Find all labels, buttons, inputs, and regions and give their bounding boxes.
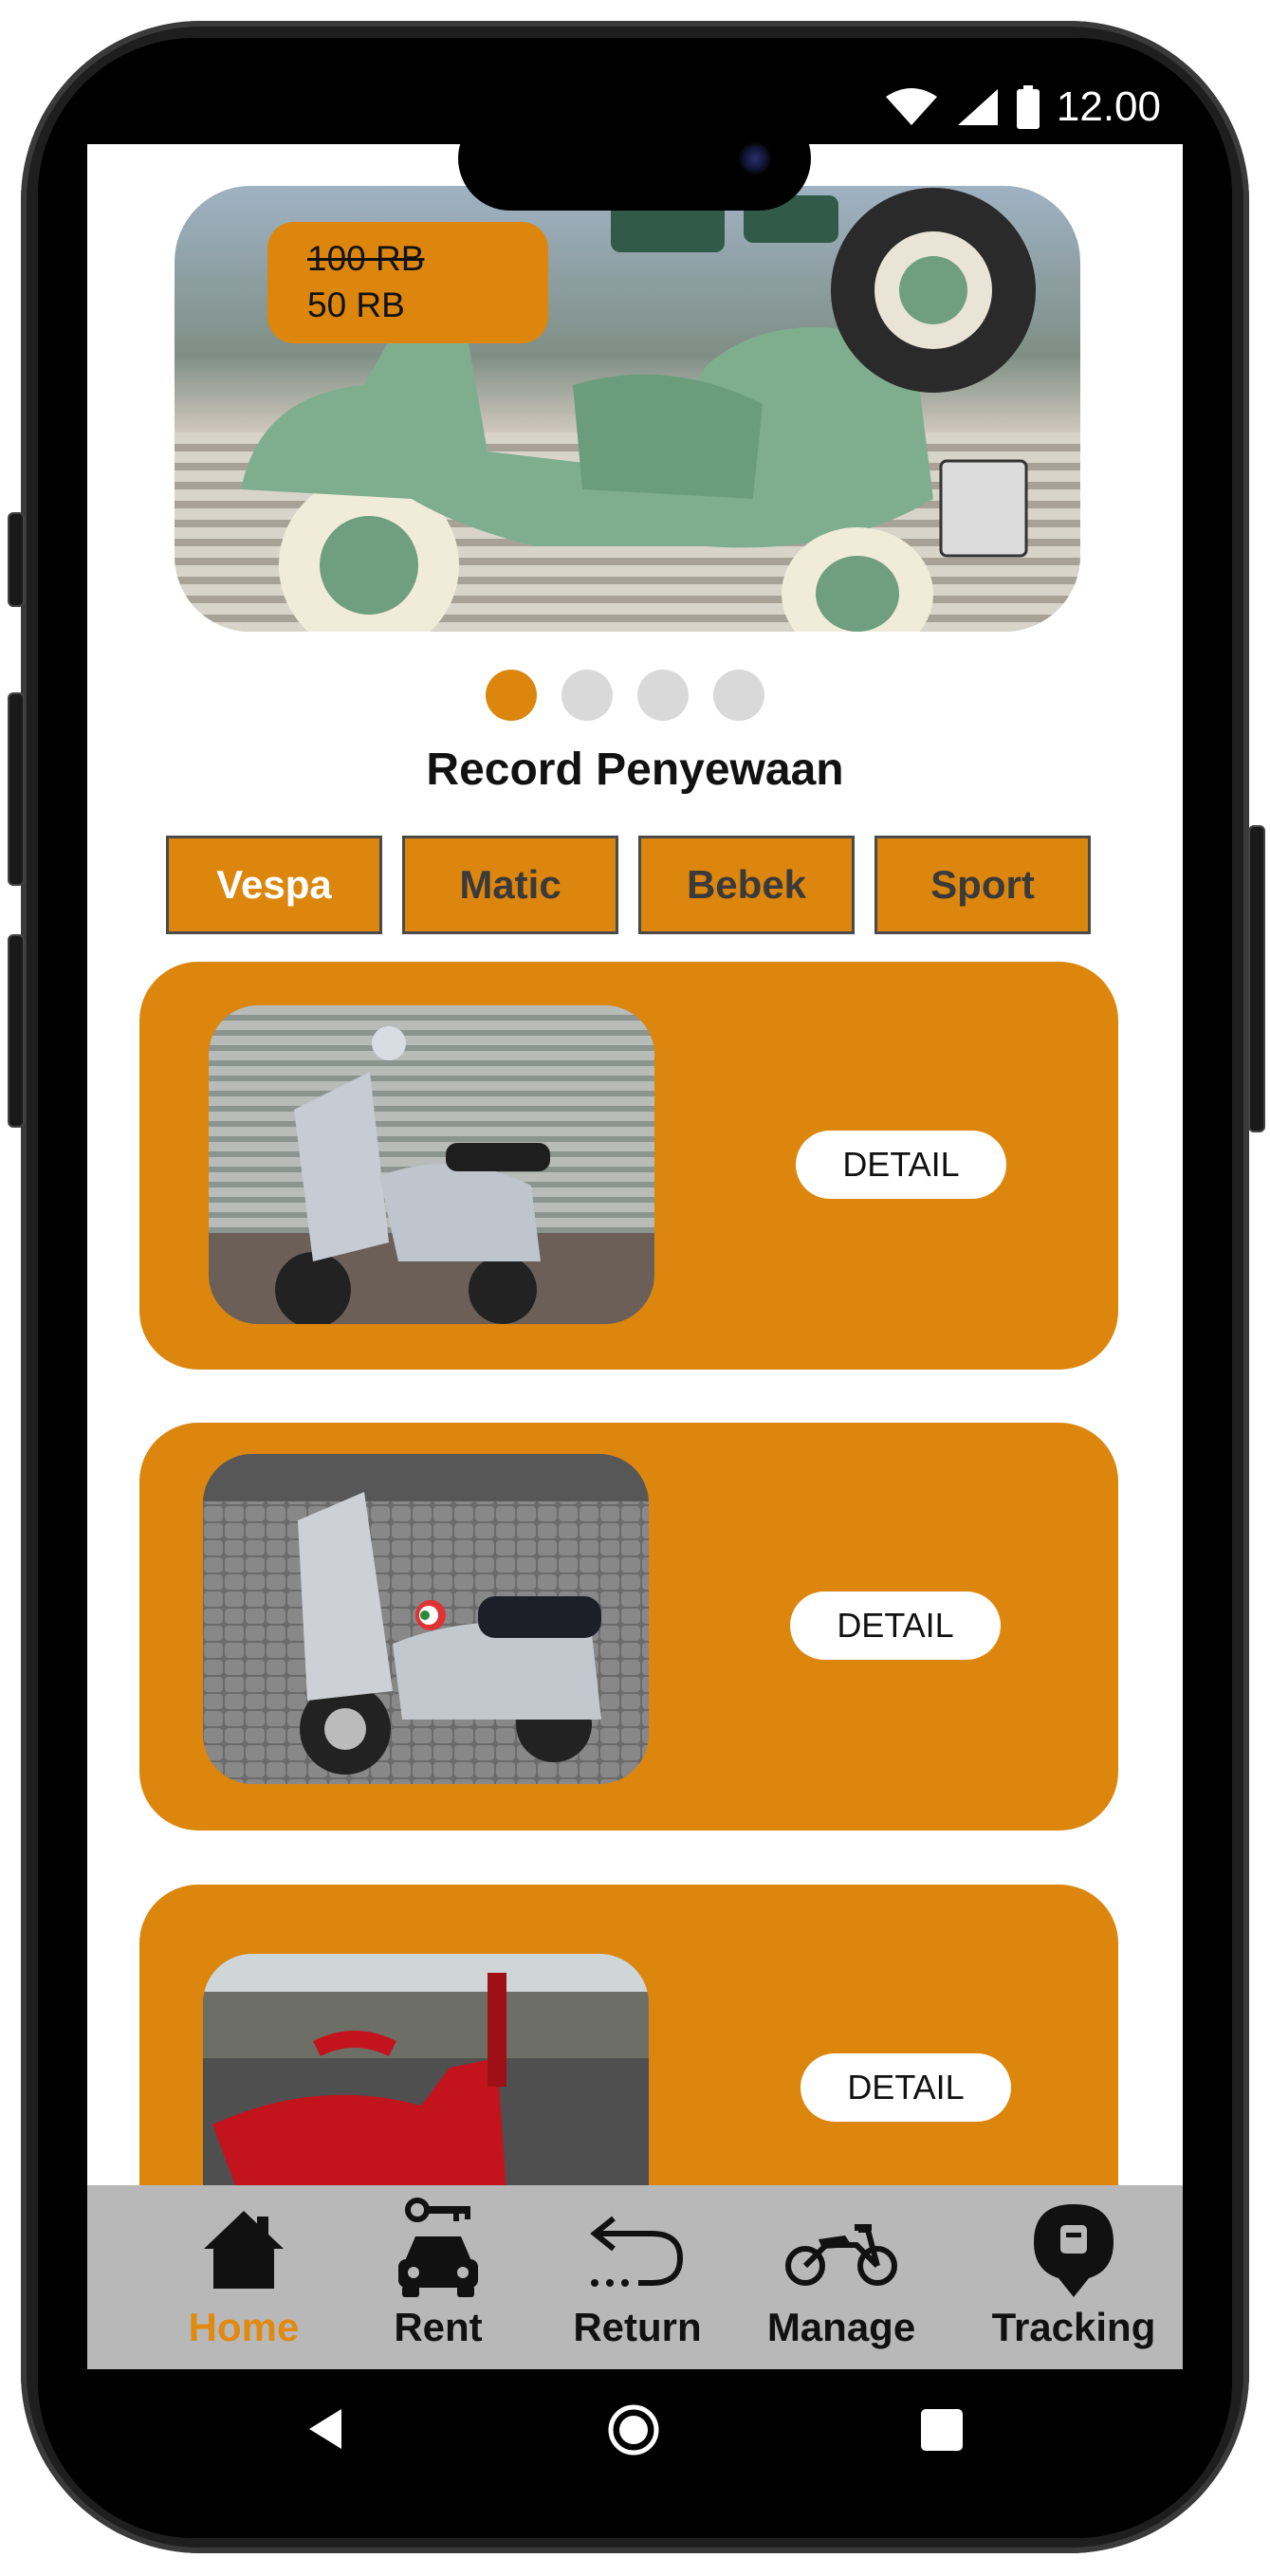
nav-tracking[interactable]: Tracking <box>979 2185 1169 2369</box>
status-time: 12.00 <box>1056 83 1161 130</box>
back-triangle-icon <box>309 2409 341 2449</box>
nav-label: Home <box>188 2305 300 2349</box>
nav-manage[interactable]: Manage <box>742 2185 941 2369</box>
nav-label: Rent <box>394 2305 483 2349</box>
wifi-icon <box>885 88 937 125</box>
nav-home[interactable]: Home <box>135 2185 353 2369</box>
discount-price: 50 RB <box>307 285 405 324</box>
detail-button[interactable]: DETAIL <box>801 2053 1011 2122</box>
system-navigation <box>87 2369 1183 2512</box>
carousel-dot-4[interactable] <box>713 670 764 721</box>
nav-rent[interactable]: Rent <box>362 2185 514 2369</box>
cellular-signal-icon <box>957 89 998 125</box>
status-icons: 12.00 <box>884 83 1161 131</box>
battery-icon <box>1016 85 1040 129</box>
rental-card: DETAIL <box>139 1423 1118 1831</box>
bottom-navigation: Home Rent Return Manage Tracking <box>87 2185 1183 2369</box>
nav-label: Manage <box>766 2305 916 2349</box>
recents-square-icon <box>921 2409 963 2451</box>
back-button[interactable] <box>304 2405 351 2457</box>
carousel-dot-1[interactable] <box>486 670 537 721</box>
detail-button[interactable]: DETAIL <box>796 1131 1006 1199</box>
price-tag: 100 RB 50 RB <box>267 222 548 343</box>
rental-card: DETAIL <box>139 962 1118 1370</box>
card-image <box>203 1454 649 1784</box>
mute-switch <box>8 512 25 607</box>
dynamic-island <box>458 106 811 211</box>
power-button <box>1248 825 1265 1132</box>
recents-button[interactable] <box>919 2407 965 2457</box>
tab-vespa[interactable]: Vespa <box>166 836 382 934</box>
tab-sport[interactable]: Sport <box>874 836 1091 934</box>
carousel-dot-3[interactable] <box>637 670 689 721</box>
home-system-button[interactable] <box>607 2403 660 2461</box>
category-tabs: Vespa Matic Bebek Sport <box>166 836 1091 934</box>
return-arrow-icon <box>585 2197 690 2301</box>
nav-label: Tracking <box>991 2305 1156 2349</box>
tab-bebek[interactable]: Bebek <box>638 836 855 934</box>
section-title: Record Penyewaan <box>426 745 844 795</box>
location-pin-icon <box>1026 2197 1121 2301</box>
original-price: 100 RB <box>307 239 425 278</box>
card-image <box>209 1005 654 1324</box>
home-icon <box>196 2197 291 2301</box>
home-circle-icon <box>608 2404 659 2456</box>
front-camera <box>739 142 771 175</box>
silver-vespa-cobblestone-image <box>203 1454 649 1784</box>
detail-button[interactable]: DETAIL <box>790 1592 1001 1660</box>
promo-banner[interactable]: 100 RB 50 RB <box>175 186 1080 632</box>
carousel-indicator <box>486 670 764 721</box>
car-key-icon <box>391 2197 486 2301</box>
carousel-dot-2[interactable] <box>561 670 613 721</box>
nav-return[interactable]: Return <box>543 2185 732 2369</box>
motorcycle-icon <box>784 2197 898 2301</box>
app-screen: 100 RB 50 RB Record Penyewaan Vespa Mati… <box>87 144 1183 2369</box>
silver-vespa-image <box>209 1005 654 1324</box>
nav-label: Return <box>573 2305 702 2349</box>
volume-down-button <box>8 934 25 1128</box>
tab-matic[interactable]: Matic <box>402 836 618 934</box>
volume-up-button <box>8 692 25 886</box>
